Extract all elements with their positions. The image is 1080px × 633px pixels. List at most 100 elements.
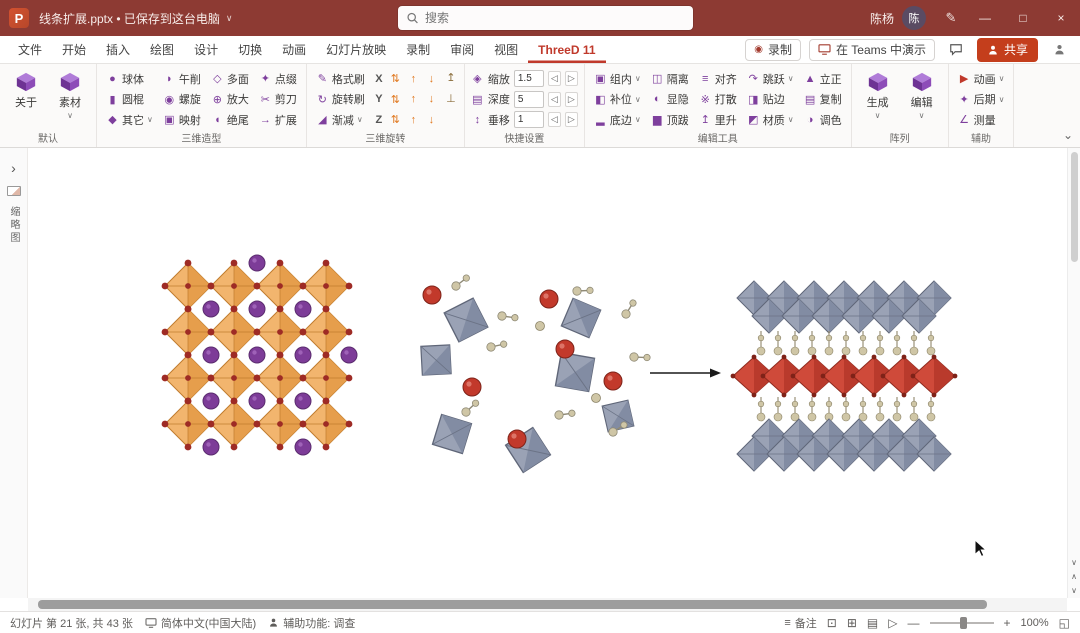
round-rod-button[interactable]: ▮ 圆棍 — [103, 90, 156, 109]
depth-decrement-button[interactable]: ◁ — [547, 91, 561, 107]
vertical-scrollbar[interactable]: ∨ ∧ ∨ — [1067, 148, 1080, 598]
pen-icon[interactable]: ✎ — [936, 0, 966, 36]
user-avatar[interactable]: 陈 — [902, 6, 926, 30]
share-button[interactable]: 共享 — [976, 37, 1038, 62]
vertical-shift-decrement-button[interactable]: ◁ — [547, 112, 561, 127]
recolor-button[interactable]: ◑ 调色 — [801, 110, 845, 129]
fill-position-button[interactable]: ◧ 补位 ∨ — [591, 90, 644, 109]
comments-button[interactable] — [943, 39, 969, 61]
tail-button[interactable]: ◖ 绝尾 — [208, 110, 252, 129]
thumbnails-label[interactable]: 缩略图 — [6, 206, 21, 245]
zoom-slider-thumb[interactable] — [959, 616, 967, 629]
group-inner-button[interactable]: ▣ 组内 ∨ — [591, 69, 644, 88]
previous-slide-button[interactable]: ∧ — [1071, 572, 1077, 581]
vertical-shift-increment-button[interactable]: ▷ — [564, 112, 578, 127]
isolate-button[interactable]: ◫ 隔离 — [648, 69, 692, 88]
material-button[interactable]: 素材 ∨ — [49, 68, 91, 130]
post-production-button[interactable]: ✦ 后期 ∨ — [955, 90, 1008, 109]
tab-animations[interactable]: 动画 — [272, 36, 316, 63]
tab-insert[interactable]: 插入 — [96, 36, 140, 63]
rotate-brush-button[interactable]: ↻ 旋转刷 — [313, 90, 368, 109]
minimize-button[interactable]: — — [966, 0, 1004, 36]
normal-view-button[interactable]: ⊡ — [827, 616, 837, 630]
axis-extra-up-button[interactable]: ↥ — [444, 69, 458, 88]
edit-array-button[interactable]: 编辑 ∨ — [901, 68, 943, 130]
tab-review[interactable]: 审阅 — [440, 36, 484, 63]
spiral-button[interactable]: ◉ 螺旋 — [160, 90, 204, 109]
rotate-y-up-button[interactable]: ↑ — [407, 93, 420, 105]
language-indicator[interactable]: 简体中文(中国大陆) — [145, 615, 256, 631]
snap-edge-button[interactable]: ◨ 贴边 — [744, 90, 797, 109]
next-slide-button[interactable]: ∨ — [1071, 586, 1077, 595]
rotate-z-up-button[interactable]: ↑ — [407, 114, 420, 126]
material-menu-button[interactable]: ◩ 材质 ∨ — [744, 110, 797, 129]
rotate-y-down-button[interactable]: ↓ — [425, 93, 438, 105]
cut-button[interactable]: ◗ 午削 — [160, 69, 204, 88]
rotate-x-down-button[interactable]: ↓ — [425, 73, 438, 85]
search-box[interactable] — [398, 6, 693, 30]
animation-button[interactable]: ▶ 动画 ∨ — [955, 69, 1008, 88]
rotate-x-up-button[interactable]: ↑ — [407, 73, 420, 85]
depth-input[interactable] — [513, 90, 544, 108]
more-shapes-button[interactable]: ◆ 其它 ∨ — [103, 110, 156, 129]
tab-design[interactable]: 设计 — [184, 36, 228, 63]
depth-increment-button[interactable]: ▷ — [564, 91, 578, 107]
slideshow-view-button[interactable]: ▷ — [888, 616, 897, 630]
stand-upright-button[interactable]: ▲ 立正 — [801, 69, 845, 88]
present-in-teams-button[interactable]: 在 Teams 中演示 — [808, 38, 935, 61]
person-bust-icon[interactable] — [1046, 39, 1072, 61]
collapse-ribbon-button[interactable]: ⌄ — [1056, 64, 1080, 147]
scale-input[interactable] — [513, 70, 544, 87]
horizontal-scrollbar-thumb[interactable] — [38, 600, 987, 609]
about-button[interactable]: 关于 — [5, 68, 47, 130]
decorate-button[interactable]: ✦ 点缀 — [256, 69, 300, 88]
polyhedron-button[interactable]: ◇ 多面 — [208, 69, 252, 88]
scissors-button[interactable]: ✂ 剪刀 — [256, 90, 300, 109]
tab-slideshow[interactable]: 幻灯片放映 — [316, 36, 396, 63]
format-brush-button[interactable]: ✎ 格式刷 — [313, 69, 368, 88]
tab-file[interactable]: 文件 — [8, 36, 52, 63]
vertical-shift-input[interactable] — [513, 111, 544, 128]
tab-transitions[interactable]: 切换 — [228, 36, 272, 63]
vertical-scrollbar-thumb[interactable] — [1070, 152, 1078, 262]
axis-extra-down-button[interactable]: ⊥ — [444, 90, 458, 109]
sphere-button[interactable]: ● 球体 — [103, 69, 156, 88]
bottom-edge-button[interactable]: ▂ 底边 ∨ — [591, 110, 644, 129]
zoom-out-button[interactable]: — — [908, 616, 920, 630]
zoom-in-button[interactable]: + — [1004, 616, 1011, 630]
generate-array-button[interactable]: 生成 ∨ — [857, 68, 899, 130]
horizontal-scrollbar[interactable] — [28, 598, 1067, 611]
rotate-y-flip-button[interactable]: ⇅ — [389, 93, 402, 106]
tab-record[interactable]: 录制 — [396, 36, 440, 63]
copy-button[interactable]: ▤ 复制 — [801, 90, 845, 109]
close-button[interactable]: × — [1042, 0, 1080, 36]
scale-increment-button[interactable]: ▷ — [564, 71, 578, 86]
tab-view[interactable]: 视图 — [484, 36, 528, 63]
notes-button[interactable]: ≡ 备注 — [784, 615, 816, 631]
maximize-button[interactable]: □ — [1004, 0, 1042, 36]
scale-decrement-button[interactable]: ◁ — [547, 71, 561, 86]
search-input[interactable] — [425, 11, 685, 25]
expand-thumbnails-button[interactable]: › — [11, 160, 16, 176]
tab-draw[interactable]: 绘图 — [140, 36, 184, 63]
raise-button[interactable]: ↥ 里升 — [696, 110, 740, 129]
align-button[interactable]: ≡ 对齐 — [696, 69, 740, 88]
measure-button[interactable]: ∠ 测量 — [955, 110, 1008, 129]
slide-canvas[interactable] — [28, 148, 1067, 598]
show-hide-button[interactable]: ◐ 显隐 — [648, 90, 692, 109]
top-button[interactable]: ▆ 顶跋 — [648, 110, 692, 129]
tab-home[interactable]: 开始 — [52, 36, 96, 63]
rotate-z-down-button[interactable]: ↓ — [425, 114, 438, 126]
reading-view-button[interactable]: ▤ — [867, 616, 878, 630]
scatter-button[interactable]: ※ 打散 — [696, 90, 740, 109]
jump-button[interactable]: ↷ 跳跃 ∨ — [744, 69, 797, 88]
zoom-slider[interactable] — [929, 616, 994, 629]
rotate-z-flip-button[interactable]: ⇅ — [389, 113, 402, 126]
scroll-down-icon[interactable]: ∨ — [1071, 558, 1077, 567]
record-button[interactable]: ◉ 录制 — [745, 38, 801, 61]
mapping-button[interactable]: ▣ 映射 — [160, 110, 204, 129]
rotate-x-flip-button[interactable]: ⇅ — [389, 72, 402, 85]
decrease-button[interactable]: ◢ 渐减 ∨ — [313, 110, 368, 129]
document-title[interactable]: 线条扩展.pptx • 已保存到这台电脑 ∨ — [39, 10, 232, 27]
accessibility-indicator[interactable]: 辅助功能: 调查 — [268, 615, 355, 631]
